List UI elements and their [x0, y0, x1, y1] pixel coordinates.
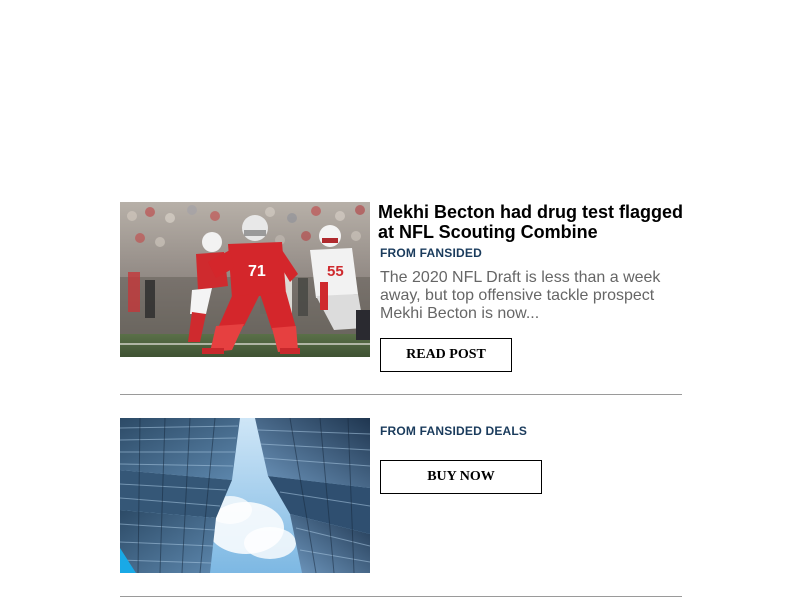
article-title[interactable]: Mekhi Becton had drug test flagged at NF…	[378, 202, 688, 242]
article-excerpt: The 2020 NFL Draft is less than a week a…	[380, 269, 661, 322]
skyscrapers-photo	[120, 418, 370, 573]
deal-card: FROM FANSIDED DEALS BUY NOW	[120, 418, 682, 597]
jersey-number-55: 55	[327, 263, 344, 280]
deal-content: FROM FANSIDED DEALS BUY NOW	[378, 418, 682, 494]
football-game-photo: 71 55	[120, 202, 370, 357]
article-source: FROM FANSIDED	[380, 246, 482, 260]
read-post-button[interactable]: READ POST	[380, 338, 512, 372]
article-card: 71 55 Mekhi Becton had drug test flagged…	[120, 202, 683, 395]
article-feed: 71 55 Mekhi Becton had drug test flagged…	[120, 202, 683, 597]
deal-thumbnail[interactable]	[120, 418, 370, 573]
deal-source: FROM FANSIDED DEALS	[380, 424, 528, 438]
article-thumbnail[interactable]: 71 55	[120, 202, 370, 357]
jersey-number-71: 71	[248, 263, 266, 280]
article-content: Mekhi Becton had drug test flagged at NF…	[378, 202, 683, 323]
buy-now-button[interactable]: BUY NOW	[380, 460, 542, 494]
